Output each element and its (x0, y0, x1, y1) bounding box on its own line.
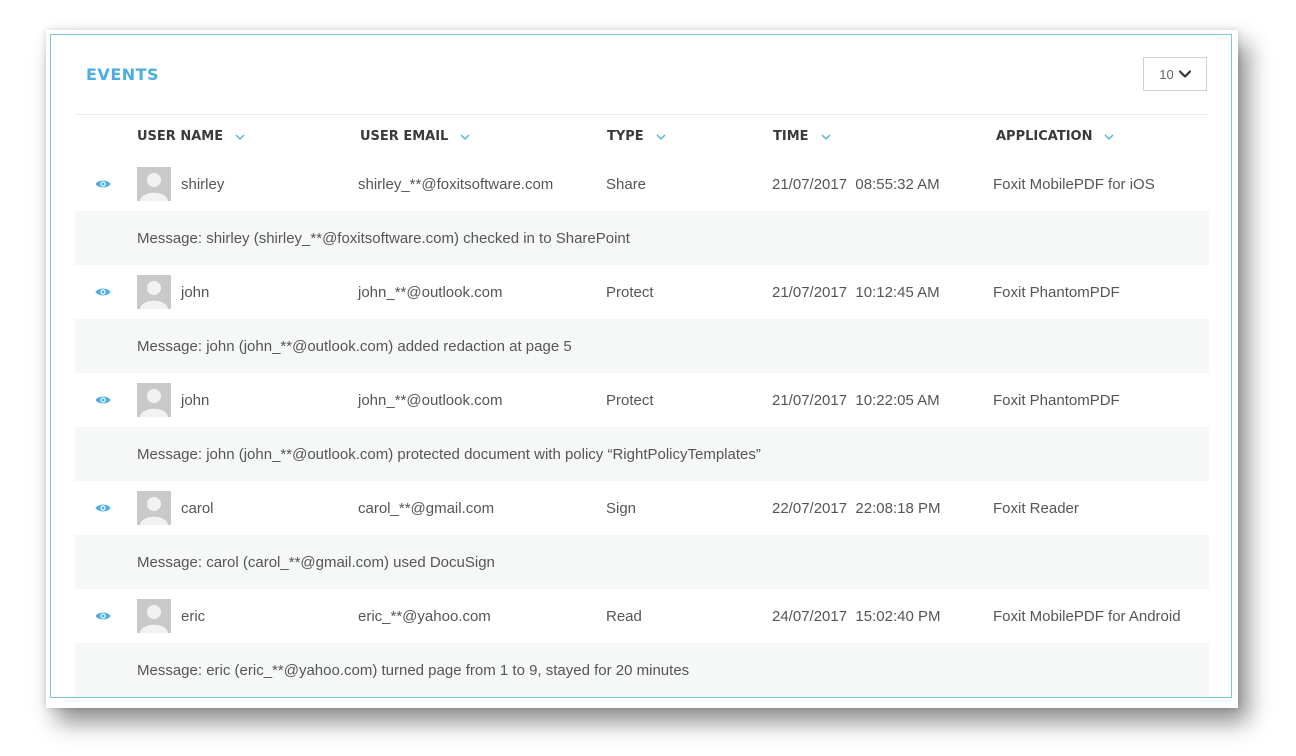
application: Foxit MobilePDF for iOS (993, 175, 1155, 193)
event-type: Protect (606, 391, 654, 409)
table-row: john john_**@outlook.com Protect 21/07/2… (75, 373, 1209, 427)
user-email: john_**@outlook.com (358, 391, 503, 409)
sort-chevron-icon[interactable] (460, 132, 470, 140)
eye-icon[interactable] (95, 589, 111, 643)
message-row: Message: john (john_**@outlook.com) prot… (75, 427, 1209, 481)
user-email: shirley_**@foxitsoftware.com (358, 175, 554, 193)
table-row: eric eric_**@yahoo.com Read 24/07/2017 1… (75, 589, 1209, 643)
events-panel: EVENTS 10 USER NAME USER EMAIL TYPE TIME (50, 34, 1232, 698)
user-name: carol (181, 499, 214, 517)
user-email: eric_**@yahoo.com (358, 607, 491, 625)
table-row: john john_**@outlook.com Protect 21/07/2… (75, 265, 1209, 319)
application: Foxit PhantomPDF (993, 391, 1120, 409)
eye-icon[interactable] (95, 265, 111, 319)
events-table: USER NAME USER EMAIL TYPE TIME APPLICATI… (75, 114, 1209, 697)
application: Foxit MobilePDF for Android (993, 607, 1181, 625)
sort-chevron-icon[interactable] (821, 132, 831, 140)
column-header-time[interactable]: TIME (773, 115, 831, 157)
table-row: carol carol_**@gmail.com Sign 22/07/2017… (75, 481, 1209, 535)
event-time: 24/07/2017 15:02:40 PM (772, 607, 941, 625)
column-header-user-name[interactable]: USER NAME (137, 115, 245, 157)
event-type: Sign (606, 499, 637, 517)
event-type: Share (606, 175, 647, 193)
application: Foxit PhantomPDF (993, 283, 1120, 301)
event-time: 21/07/2017 08:55:32 AM (772, 175, 940, 193)
event-time: 21/07/2017 10:22:05 AM (772, 391, 940, 409)
sort-chevron-icon[interactable] (656, 132, 666, 140)
eye-icon[interactable] (95, 373, 111, 427)
user-name: john (181, 283, 210, 301)
eye-icon[interactable] (95, 157, 111, 211)
event-message: Message: carol (carol_**@gmail.com) used… (137, 553, 495, 571)
panel-title: EVENTS (86, 65, 160, 84)
message-row: Message: john (john_**@outlook.com) adde… (75, 319, 1209, 373)
column-header-application[interactable]: APPLICATION (996, 115, 1114, 157)
message-row: Message: shirley (shirley_**@foxitsoftwa… (75, 211, 1209, 265)
event-message: Message: john (john_**@outlook.com) adde… (137, 337, 572, 355)
sort-chevron-icon[interactable] (1104, 132, 1114, 140)
event-time: 22/07/2017 22:08:18 PM (772, 499, 941, 517)
column-header-type[interactable]: TYPE (607, 115, 666, 157)
event-message: Message: shirley (shirley_**@foxitsoftwa… (137, 229, 630, 247)
user-email: carol_**@gmail.com (358, 499, 495, 517)
event-time: 21/07/2017 10:12:45 AM (772, 283, 940, 301)
chevron-down-icon (1178, 70, 1191, 78)
event-type: Protect (606, 283, 654, 301)
avatar (137, 599, 171, 633)
avatar (137, 167, 171, 201)
column-header-user-email[interactable]: USER EMAIL (360, 115, 470, 157)
table-row: shirley shirley_**@foxitsoftware.com Sha… (75, 157, 1209, 211)
avatar (137, 383, 171, 417)
sort-chevron-icon[interactable] (235, 132, 245, 140)
message-row: Message: eric (eric_**@yahoo.com) turned… (75, 643, 1209, 697)
page-size-value: 10 (1159, 66, 1174, 82)
user-name: john (181, 391, 210, 409)
page-size-select[interactable]: 10 (1143, 57, 1207, 91)
event-message: Message: john (john_**@outlook.com) prot… (137, 445, 761, 463)
avatar (137, 491, 171, 525)
application: Foxit Reader (993, 499, 1079, 517)
user-name: shirley (181, 175, 225, 193)
user-email: john_**@outlook.com (358, 283, 503, 301)
event-message: Message: eric (eric_**@yahoo.com) turned… (137, 661, 690, 679)
message-row: Message: carol (carol_**@gmail.com) used… (75, 535, 1209, 589)
table-header: USER NAME USER EMAIL TYPE TIME APPLICATI… (75, 114, 1209, 157)
avatar (137, 275, 171, 309)
event-type: Read (606, 607, 642, 625)
eye-icon[interactable] (95, 481, 111, 535)
user-name: eric (181, 607, 206, 625)
